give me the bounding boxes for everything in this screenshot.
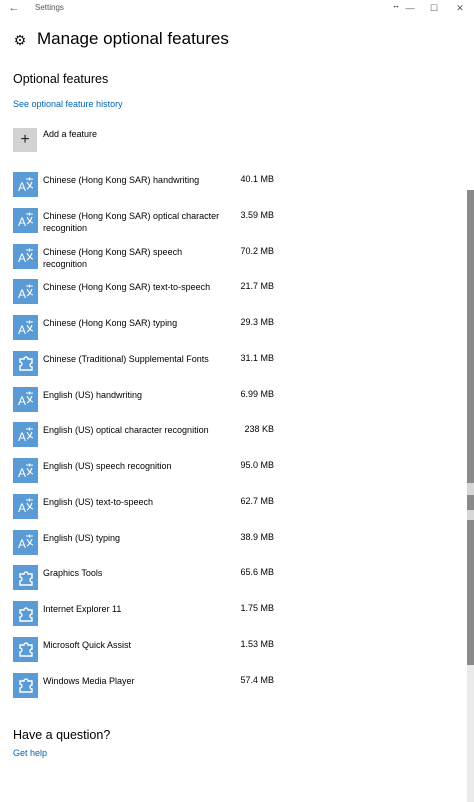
help-heading: Have a question?: [13, 728, 111, 742]
svg-text:A: A: [18, 394, 26, 408]
puzzle-icon: [13, 601, 38, 626]
scrollbar-marker: [467, 510, 474, 520]
language-icon: A: [13, 315, 38, 340]
resize-cursor-icon: ↔: [392, 1, 400, 10]
list-item[interactable]: Internet Explorer 11 1.75 MB: [13, 599, 283, 635]
scrollbar-thumb[interactable]: [467, 190, 474, 665]
svg-text:A: A: [18, 501, 26, 515]
feature-name: Chinese (Traditional) Supplemental Fonts: [43, 353, 209, 364]
list-item[interactable]: A English (US) text-to-speech 62.7 MB: [13, 492, 283, 528]
language-icon: A: [13, 207, 38, 233]
list-item[interactable]: Chinese (Traditional) Supplemental Fonts…: [13, 349, 283, 385]
list-item[interactable]: A Chinese (Hong Kong SAR) typing 29.3 MB: [13, 313, 283, 349]
feature-name: Microsoft Quick Assist: [43, 639, 132, 650]
feature-size: 57.4 MB: [240, 674, 274, 685]
svg-text:A: A: [18, 466, 26, 480]
language-icon: A: [13, 279, 38, 305]
feature-name: Chinese (Hong Kong SAR) optical characte…: [43, 210, 220, 233]
title-bar: ← Settings ↔ — ☐ ✕: [0, 0, 474, 17]
gear-icon: ⚙: [13, 31, 27, 48]
svg-text:A: A: [18, 251, 26, 265]
list-item[interactable]: Microsoft Quick Assist 1.53 MB: [13, 635, 283, 671]
feature-name: Chinese (Hong Kong SAR) text-to-speech: [43, 282, 211, 293]
section-title: Optional features: [13, 72, 109, 86]
window-title: Settings: [35, 3, 64, 12]
minimize-button[interactable]: —: [400, 0, 420, 16]
feature-name: English (US) handwriting: [43, 389, 143, 400]
feature-size: 38.9 MB: [240, 531, 274, 542]
feature-name: English (US) typing: [43, 532, 121, 543]
feature-name: Windows Media Player: [43, 675, 135, 686]
feature-name: Chinese (Hong Kong SAR) speech recogniti…: [43, 246, 183, 269]
close-button[interactable]: ✕: [450, 0, 470, 16]
feature-name: English (US) text-to-speech: [43, 496, 154, 507]
add-feature-label: Add a feature: [43, 129, 98, 139]
plus-icon: +: [13, 128, 37, 152]
svg-text:A: A: [18, 323, 26, 337]
feature-size: 1.75 MB: [240, 603, 274, 613]
puzzle-icon: [13, 636, 38, 662]
list-item[interactable]: A Chinese (Hong Kong SAR) text-to-speech…: [13, 277, 283, 313]
list-item[interactable]: A Chinese (Hong Kong SAR) optical charac…: [13, 206, 283, 242]
language-icon: A: [13, 243, 38, 269]
puzzle-icon: [13, 350, 38, 376]
feature-history-link[interactable]: See optional feature history: [13, 99, 123, 109]
list-item[interactable]: A English (US) speech recognition 95.0 M…: [13, 456, 283, 492]
language-icon: A: [13, 493, 38, 519]
language-icon: A: [13, 422, 38, 448]
list-item[interactable]: A English (US) optical character recogni…: [13, 420, 283, 456]
feature-size: 29.3 MB: [240, 317, 274, 327]
feature-name: Internet Explorer 11: [43, 604, 122, 614]
language-icon: A: [13, 458, 38, 483]
feature-size: 31.1 MB: [240, 352, 274, 363]
feature-size: 21.7 MB: [240, 281, 274, 292]
feature-size: 95.0 MB: [240, 460, 274, 470]
feature-size: 40.1 MB: [240, 174, 274, 184]
list-item[interactable]: A Chinese (Hong Kong SAR) speech recogni…: [13, 242, 283, 278]
list-item[interactable]: A English (US) handwriting 6.99 MB: [13, 385, 283, 421]
puzzle-icon: [13, 565, 38, 591]
svg-text:A: A: [18, 537, 26, 551]
feature-size: 3.59 MB: [240, 209, 274, 220]
page-header: ⚙ Manage optional features: [13, 29, 229, 48]
feature-name: Graphics Tools: [43, 568, 103, 579]
list-item[interactable]: A Chinese (Hong Kong SAR) handwriting 40…: [13, 170, 283, 206]
svg-text:A: A: [18, 430, 26, 444]
language-icon: A: [13, 529, 38, 555]
back-arrow-icon[interactable]: ←: [6, 1, 22, 15]
maximize-button[interactable]: ☐: [424, 0, 444, 16]
feature-size: 238 KB: [244, 424, 274, 435]
page-title: Manage optional features: [37, 29, 229, 48]
feature-size: 65.6 MB: [240, 567, 274, 578]
feature-size: 62.7 MB: [240, 495, 274, 506]
feature-name: English (US) optical character recogniti…: [43, 425, 209, 436]
feature-name: Chinese (Hong Kong SAR) typing: [43, 318, 178, 328]
list-item[interactable]: Windows Media Player 57.4 MB: [13, 671, 283, 707]
feature-name: English (US) speech recognition: [43, 461, 172, 471]
puzzle-icon: [13, 672, 38, 698]
scrollbar-marker: [467, 483, 474, 495]
language-icon: A: [13, 386, 38, 412]
get-help-link[interactable]: Get help: [13, 748, 47, 758]
feature-size: 70.2 MB: [240, 245, 274, 256]
add-feature-button[interactable]: + Add a feature: [13, 128, 263, 152]
svg-text:A: A: [18, 180, 26, 194]
feature-name: Chinese (Hong Kong SAR) handwriting: [43, 175, 200, 185]
feature-size: 6.99 MB: [240, 388, 274, 399]
list-item[interactable]: A English (US) typing 38.9 MB: [13, 528, 283, 564]
svg-text:A: A: [18, 287, 26, 301]
feature-list: A Chinese (Hong Kong SAR) handwriting 40…: [13, 170, 283, 706]
list-item[interactable]: Graphics Tools 65.6 MB: [13, 563, 283, 599]
feature-size: 1.53 MB: [240, 638, 274, 649]
language-icon: A: [13, 172, 38, 197]
svg-text:A: A: [18, 215, 26, 229]
